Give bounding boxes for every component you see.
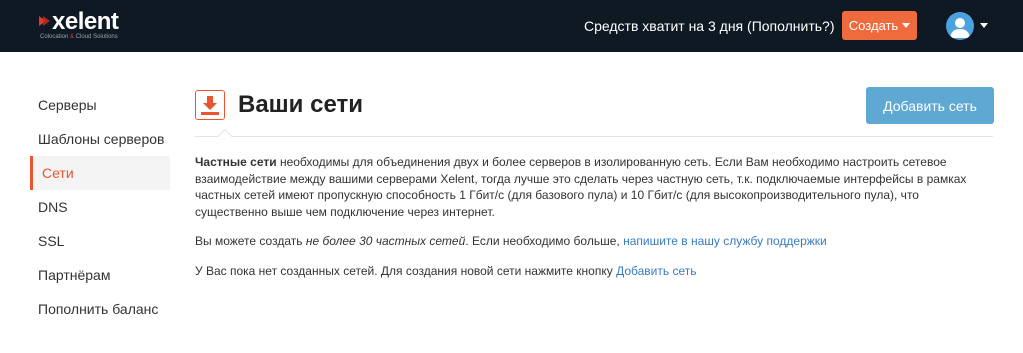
add-network-link[interactable]: Добавить сеть (616, 264, 696, 278)
private-networks-description: Частные сети необходимы для объединения … (195, 154, 985, 220)
divider-notch (217, 128, 233, 144)
user-avatar[interactable] (946, 12, 974, 40)
private-networks-term: Частные сети (195, 155, 277, 169)
empty-state-note: У Вас пока нет созданных сетей. Для созд… (195, 263, 697, 278)
sidebar-item-networks[interactable]: Сети (30, 156, 170, 190)
logo-text: xelent (52, 8, 119, 35)
page-title: Ваши сети (238, 91, 363, 118)
sidebar-item-top-up-balance[interactable]: Пополнить баланс (30, 292, 170, 326)
balance-link[interactable]: Средств хватит на 3 дня (Пополнить?) (584, 18, 834, 34)
sidebar-item-ssl[interactable]: SSL (30, 224, 170, 258)
header-divider (195, 136, 993, 137)
add-network-button[interactable]: Добавить сеть (866, 87, 994, 124)
sidebar-item-dns[interactable]: DNS (30, 190, 170, 224)
sidebar-item-servers[interactable]: Серверы (30, 88, 170, 122)
support-link[interactable]: напишите в нашу службу поддержки (623, 234, 827, 248)
sidebar-item-partners[interactable]: Партнёрам (30, 258, 170, 292)
network-limit-value: не более 30 частных сетей (305, 234, 466, 248)
user-menu-caret-icon[interactable] (980, 23, 988, 28)
private-networks-text: необходимы для объединения двух и более … (195, 155, 967, 219)
caret-down-icon (902, 23, 911, 28)
top-navbar: xelent Colocation & Cloud Solutions Сред… (0, 0, 1023, 52)
user-icon (950, 18, 970, 38)
download-icon (195, 90, 225, 120)
logo-mark-icon (39, 16, 50, 26)
logo-tagline: Colocation & Cloud Solutions (40, 34, 118, 40)
create-button-label: Создать (848, 18, 899, 33)
network-limit-note: Вы можете создать не более 30 частных се… (195, 234, 827, 248)
sidebar-item-server-templates[interactable]: Шаблоны серверов (30, 122, 170, 156)
main-content: Частные сети необходимы для объединения … (195, 154, 985, 292)
create-button[interactable]: Создать (842, 11, 917, 40)
xelent-logo[interactable]: xelent Colocation & Cloud Solutions (38, 10, 158, 42)
sidebar: Серверы Шаблоны серверов Сети DNS SSL Па… (30, 88, 170, 326)
